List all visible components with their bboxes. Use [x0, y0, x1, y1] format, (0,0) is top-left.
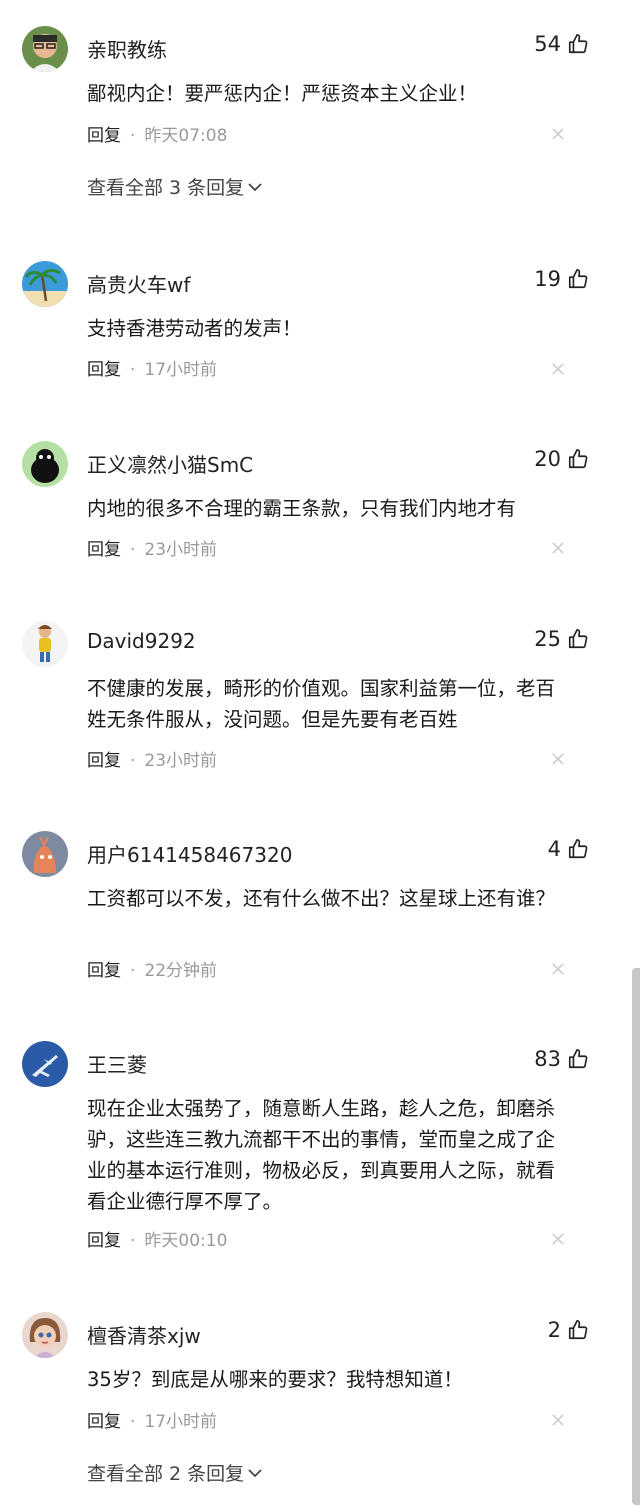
comment-item: 正义凛然小猫SmC 20 内地的很多不合理的霸王条款，只有我们内地才有 回复 · 2… — [0, 441, 620, 581]
comment-time: 昨天07:08 — [144, 126, 228, 146]
comment-item: 亲职教练 54 鄙视内企！要严惩内企！严惩资本主义企业！ 回复 · 昨天07:08 … — [0, 26, 620, 226]
comment-username[interactable]: 王三菱 — [87, 1049, 147, 1078]
like-count: 19 — [534, 267, 561, 291]
view-all-replies-link[interactable]: 查看全部 2 条回复 — [87, 1459, 262, 1486]
like-count: 83 — [534, 1047, 561, 1071]
separator-dot: · — [130, 751, 136, 771]
close-icon[interactable] — [551, 1232, 565, 1246]
reply-button[interactable]: 回复 — [87, 126, 121, 146]
close-icon[interactable] — [551, 541, 565, 555]
like-button[interactable]: 4 — [548, 837, 589, 861]
like-button[interactable]: 83 — [534, 1047, 589, 1071]
close-icon[interactable] — [551, 752, 565, 766]
thumbs-up-icon — [568, 629, 588, 649]
comment-time: 22分钟前 — [144, 961, 218, 981]
thumbs-up-icon — [568, 839, 588, 859]
like-button[interactable]: 25 — [534, 627, 589, 651]
comment-text: 鄙视内企！要严惩内企！严惩资本主义企业！ — [87, 82, 478, 105]
view-all-replies-label: 查看全部 3 条回复 — [87, 177, 245, 199]
comment-meta: 回复 · 昨天07:08 — [87, 121, 227, 146]
reply-button[interactable]: 回复 — [87, 751, 121, 771]
close-icon[interactable] — [551, 362, 565, 376]
chevron-down-icon — [248, 182, 262, 191]
separator-dot: · — [130, 961, 136, 981]
jet-plane-avatar-icon[interactable] — [22, 1041, 68, 1087]
comment-time: 23小时前 — [144, 751, 218, 771]
close-icon[interactable] — [551, 127, 565, 141]
like-count: 25 — [534, 627, 561, 651]
comment-username[interactable]: David9292 — [87, 629, 196, 653]
palm-tree-avatar-icon[interactable] — [22, 261, 68, 307]
comment-meta: 回复 · 23小时前 — [87, 746, 217, 771]
thumbs-up-icon — [568, 269, 588, 289]
cartoon-girl-avatar-icon[interactable] — [22, 1312, 68, 1358]
like-button[interactable]: 54 — [534, 32, 589, 56]
comment-time: 17小时前 — [144, 360, 218, 380]
thumbs-up-icon — [568, 1320, 588, 1340]
reply-button[interactable]: 回复 — [87, 1412, 121, 1432]
comment-username[interactable]: 高贵火车wf — [87, 269, 190, 298]
comment-text: 不健康的发展，畸形的价值观。国家利益第一位，老百姓无条件服从，没问题。但是先要有… — [87, 677, 556, 731]
like-count: 4 — [547, 837, 561, 861]
comment-username[interactable]: 用户6141458467320 — [87, 839, 292, 868]
cartoon-figure-avatar-icon[interactable] — [22, 621, 68, 667]
like-count: 54 — [534, 32, 561, 56]
separator-dot: · — [130, 540, 136, 560]
reply-button[interactable]: 回复 — [87, 360, 121, 380]
separator-dot: · — [130, 360, 136, 380]
view-all-replies-link[interactable]: 查看全部 3 条回复 — [87, 173, 262, 200]
comment-text: 现在企业太强势了，随意断人生路，趁人之危，卸磨杀驴，这些连三教九流都干不出的事情… — [87, 1097, 556, 1213]
comment-item: 王三菱 83 现在企业太强势了，随意断人生路，趁人之危，卸磨杀驴，这些连三教九流… — [0, 1041, 620, 1271]
comment-item: 高贵火车wf 19 支持香港劳动者的发声！ 回复 · 17小时前 — [0, 261, 620, 401]
comment-text: 支持香港劳动者的发声！ — [87, 317, 302, 340]
comment-text: 工资都可以不发，还有什么做不出？这星球上还有谁？ — [87, 887, 556, 910]
comment-time: 23小时前 — [144, 540, 218, 560]
orange-creature-avatar-icon[interactable] — [22, 831, 68, 877]
like-button[interactable]: 2 — [548, 1318, 589, 1342]
comment-username[interactable]: 檀香清茶xjw — [87, 1320, 201, 1349]
black-bird-avatar-icon[interactable] — [22, 441, 68, 487]
like-button[interactable]: 20 — [534, 447, 589, 471]
separator-dot: · — [130, 126, 136, 146]
like-button[interactable]: 19 — [534, 267, 589, 291]
view-all-replies-label: 查看全部 2 条回复 — [87, 1463, 245, 1485]
comment-meta: 回复 · 17小时前 — [87, 1407, 217, 1432]
comment-item: 檀香清茶xjw 2 35岁？到底是从哪来的要求？我特想知道！ 回复 · 17小时前 … — [0, 1312, 620, 1502]
comment-meta: 回复 · 23小时前 — [87, 535, 217, 560]
like-count: 2 — [547, 1318, 561, 1342]
thumbs-up-icon — [568, 34, 588, 54]
comment-meta: 回复 · 22分钟前 — [87, 956, 217, 981]
thumbs-up-icon — [568, 1049, 588, 1069]
reply-button[interactable]: 回复 — [87, 961, 121, 981]
close-icon[interactable] — [551, 962, 565, 976]
comment-time: 17小时前 — [144, 1412, 218, 1432]
comment-time: 昨天00:10 — [144, 1231, 228, 1251]
comment-meta: 回复 · 17小时前 — [87, 355, 217, 380]
comment-meta: 回复 · 昨天00:10 — [87, 1226, 227, 1251]
man-portrait-avatar-icon[interactable] — [22, 26, 68, 72]
reply-button[interactable]: 回复 — [87, 1231, 121, 1251]
comment-item: 用户6141458467320 4 工资都可以不发，还有什么做不出？这星球上还有… — [0, 831, 620, 1001]
scrollbar-thumb[interactable] — [632, 968, 640, 1505]
separator-dot: · — [130, 1412, 136, 1432]
comment-username[interactable]: 正义凛然小猫SmC — [87, 449, 253, 478]
comment-text: 内地的很多不合理的霸王条款，只有我们内地才有 — [87, 497, 517, 520]
close-icon[interactable] — [551, 1413, 565, 1427]
comment-text: 35岁？到底是从哪来的要求？我特想知道！ — [87, 1368, 463, 1391]
chevron-down-icon — [248, 1468, 262, 1477]
comment-username[interactable]: 亲职教练 — [87, 34, 167, 63]
thumbs-up-icon — [568, 449, 588, 469]
separator-dot: · — [130, 1231, 136, 1251]
like-count: 20 — [534, 447, 561, 471]
comment-item: David9292 25 不健康的发展，畸形的价值观。国家利益第一位，老百姓无条… — [0, 621, 620, 791]
reply-button[interactable]: 回复 — [87, 540, 121, 560]
